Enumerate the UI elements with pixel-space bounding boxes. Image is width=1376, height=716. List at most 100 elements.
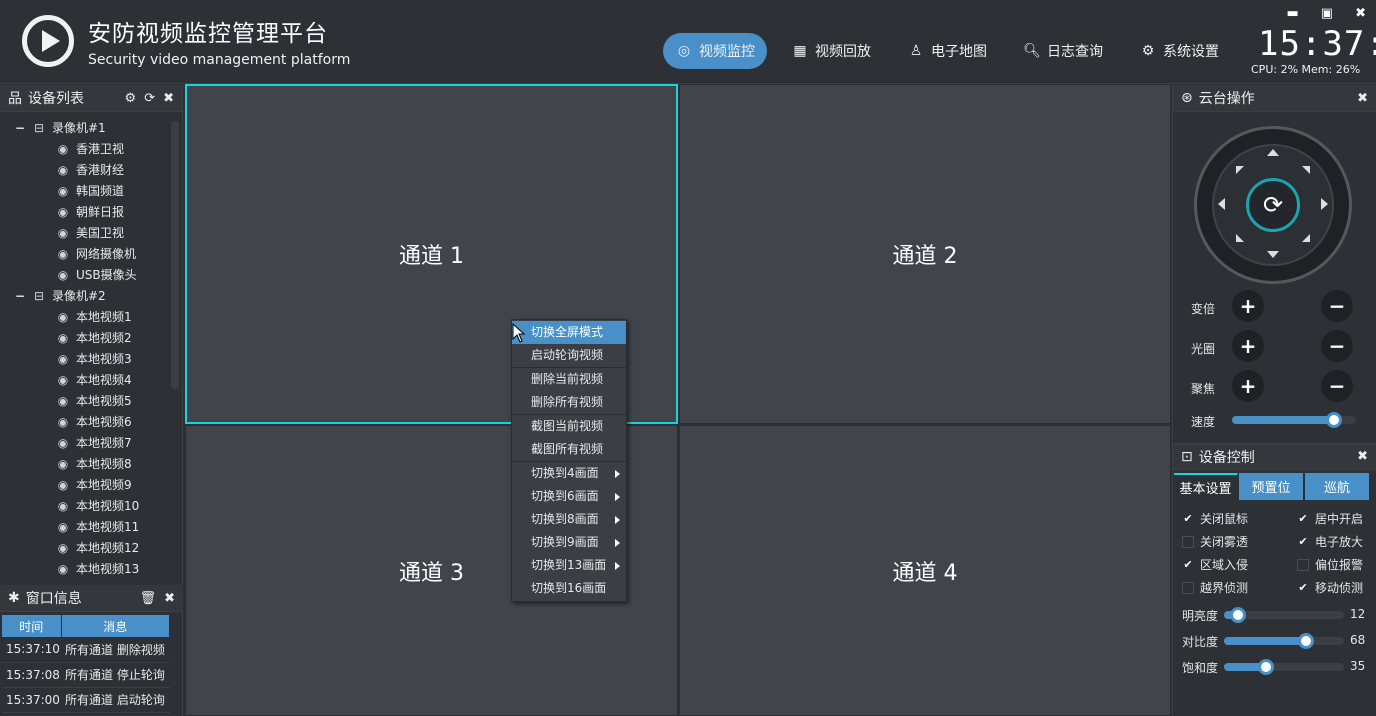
context-menu-item[interactable]: 删除当前视频 <box>512 368 626 391</box>
checkbox-unchecked[interactable] <box>1182 535 1194 548</box>
clock: 15:37:16 <box>1258 24 1376 64</box>
tree-camera-node[interactable]: ◉ 美国卫视 <box>56 223 124 244</box>
ptz-down-left-arrow-icon[interactable] <box>1236 234 1244 242</box>
slider-knob[interactable] <box>1258 659 1274 675</box>
iris-close-button[interactable]: − <box>1321 330 1353 362</box>
tree-camera-node[interactable]: ◉ 本地视频7 <box>56 433 132 454</box>
tree-camera-node[interactable]: ◉ 本地视频12 <box>56 538 140 559</box>
tree-group-node[interactable]: − ⊟ 录像机#2 <box>14 286 106 307</box>
tree-camera-node[interactable]: ◉ 本地视频2 <box>56 328 132 349</box>
tree-camera-node[interactable]: ◉ 香港财经 <box>56 160 124 181</box>
context-menu-item[interactable]: 删除所有视频 <box>512 391 626 414</box>
ptz-down-arrow-icon[interactable] <box>1267 251 1279 258</box>
context-menu-item[interactable]: 切换到6画面 <box>512 485 626 508</box>
checkbox-checked[interactable]: ✔ <box>1182 513 1194 525</box>
close-icon[interactable]: ✖ <box>1357 91 1368 106</box>
tree-camera-node[interactable]: ◉ 本地视频10 <box>56 496 140 517</box>
tab-basic[interactable]: 基本设置 <box>1174 473 1238 500</box>
tree-camera-node[interactable]: ◉ 本地视频9 <box>56 475 132 496</box>
checkbox-item[interactable]: ✔ 居中开启 <box>1297 510 1363 527</box>
refresh-icon[interactable]: ⟳ <box>144 91 155 106</box>
context-menu-item[interactable]: 切换全屏模式 <box>512 321 626 344</box>
ptz-up-arrow-icon[interactable] <box>1267 149 1279 156</box>
ptz-left-arrow-icon[interactable] <box>1218 198 1225 210</box>
tree-camera-node[interactable]: ◉ USB摄像头 <box>56 265 137 286</box>
trash-icon[interactable]: 🗑︎ <box>140 591 157 606</box>
tree-camera-node[interactable]: ◉ 朝鲜日报 <box>56 202 124 223</box>
tab-cruise[interactable]: 巡航 <box>1305 473 1370 500</box>
checkbox-checked[interactable]: ✔ <box>1297 536 1309 548</box>
slider-knob[interactable] <box>1297 633 1314 649</box>
menu-item-label: 截图所有视频 <box>531 442 604 456</box>
close-icon[interactable]: ✖ <box>1355 6 1366 21</box>
checkbox-checked[interactable]: ✔ <box>1297 513 1309 525</box>
slider-knob[interactable] <box>1325 412 1342 428</box>
checkbox-item[interactable]: ✔ 电子放大 <box>1297 533 1363 550</box>
tree-camera-node[interactable]: ◉ 网络摄像机 <box>56 244 136 265</box>
checkbox-item[interactable]: ✔ 关闭鼠标 <box>1182 510 1248 527</box>
checkbox-item[interactable]: ✔ 区域入侵 <box>1182 556 1248 573</box>
tree-camera-node[interactable]: ◉ 本地视频1 <box>56 307 132 328</box>
tree-camera-node[interactable]: ◉ 本地视频13 <box>56 559 140 580</box>
tab-preset[interactable]: 预置位 <box>1239 473 1304 500</box>
minimize-icon[interactable]: ▬ <box>1287 6 1299 21</box>
video-channel-4[interactable]: 通道 4 <box>679 425 1171 716</box>
ptz-up-right-arrow-icon[interactable] <box>1302 166 1310 174</box>
iris-open-button[interactable]: + <box>1232 330 1264 362</box>
speed-slider[interactable] <box>1232 412 1356 428</box>
image-adjust-slider[interactable] <box>1224 633 1344 649</box>
tree-camera-node[interactable]: ◉ 本地视频5 <box>56 391 132 412</box>
image-adjust-slider[interactable] <box>1224 607 1344 623</box>
gear-icon[interactable]: ⚙ <box>125 91 137 106</box>
ptz-up-left-arrow-icon[interactable] <box>1236 166 1244 174</box>
nav-system-settings[interactable]: ⚙ 系统设置 <box>1127 33 1231 69</box>
nav-log-query[interactable]: 🔍︎ 日志查询 <box>1011 33 1115 69</box>
close-icon[interactable]: ✖ <box>164 591 175 606</box>
collapse-icon[interactable]: − <box>14 118 26 139</box>
tree-group-node[interactable]: − ⊟ 录像机#1 <box>14 118 106 139</box>
tree-camera-node[interactable]: ◉ 韩国频道 <box>56 181 124 202</box>
checkbox-unchecked[interactable] <box>1182 581 1194 594</box>
focus-far-button[interactable]: − <box>1321 370 1353 402</box>
context-menu-item[interactable]: 启动轮询视频 <box>512 344 626 367</box>
close-icon[interactable]: ✖ <box>163 91 174 106</box>
menu-item-label: 切换全屏模式 <box>531 325 604 339</box>
maximize-icon[interactable]: ▣ <box>1321 6 1333 21</box>
context-menu-item[interactable]: 切换到9画面 <box>512 531 626 554</box>
ptz-down-right-arrow-icon[interactable] <box>1302 234 1310 242</box>
header: 安防视频监控管理平台 Security video management pla… <box>0 0 1376 84</box>
checkbox-checked[interactable]: ✔ <box>1297 582 1309 594</box>
tree-camera-node[interactable]: ◉ 本地视频6 <box>56 412 132 433</box>
context-menu-item[interactable]: 截图当前视频 <box>512 415 626 438</box>
context-menu-item[interactable]: 切换到13画面 <box>512 554 626 577</box>
nav-video-monitor[interactable]: ◎ 视频监控 <box>663 33 767 69</box>
checkbox-item[interactable]: 偏位报警 <box>1297 556 1363 573</box>
checkbox-item[interactable]: ✔ 移动侦测 <box>1297 579 1363 596</box>
tree-scrollbar[interactable] <box>171 121 179 389</box>
checkbox-unchecked[interactable] <box>1297 558 1309 571</box>
checkbox-checked[interactable]: ✔ <box>1182 559 1194 571</box>
ptz-right-arrow-icon[interactable] <box>1321 198 1328 210</box>
ptz-reset-button[interactable]: ⟳ <box>1246 178 1300 232</box>
video-channel-2[interactable]: 通道 2 <box>679 84 1171 424</box>
tree-camera-node[interactable]: ◉ 本地视频3 <box>56 349 132 370</box>
tree-camera-node[interactable]: ◉ 本地视频11 <box>56 517 140 538</box>
context-menu-item[interactable]: 截图所有视频 <box>512 438 626 461</box>
checkbox-item[interactable]: 越界侦测 <box>1182 579 1248 596</box>
tree-camera-node[interactable]: ◉ 本地视频4 <box>56 370 132 391</box>
tree-camera-node[interactable]: ◉ 香港卫视 <box>56 139 124 160</box>
tree-camera-node[interactable]: ◉ 本地视频8 <box>56 454 132 475</box>
context-menu-item[interactable]: 切换到16画面 <box>512 577 626 600</box>
zoom-out-button[interactable]: − <box>1321 290 1353 322</box>
device-list-title: 设备列表 <box>28 91 84 107</box>
nav-video-playback[interactable]: ▦ 视频回放 <box>779 33 883 69</box>
nav-e-map[interactable]: ♙ 电子地图 <box>895 33 999 69</box>
image-adjust-slider[interactable] <box>1224 659 1344 675</box>
zoom-in-button[interactable]: + <box>1232 290 1264 322</box>
context-menu-item[interactable]: 切换到8画面 <box>512 508 626 531</box>
collapse-icon[interactable]: − <box>14 286 26 307</box>
close-icon[interactable]: ✖ <box>1357 449 1368 464</box>
context-menu-item[interactable]: 切换到4画面 <box>512 462 626 485</box>
focus-near-button[interactable]: + <box>1232 370 1264 402</box>
checkbox-item[interactable]: 关闭雾透 <box>1182 533 1248 550</box>
